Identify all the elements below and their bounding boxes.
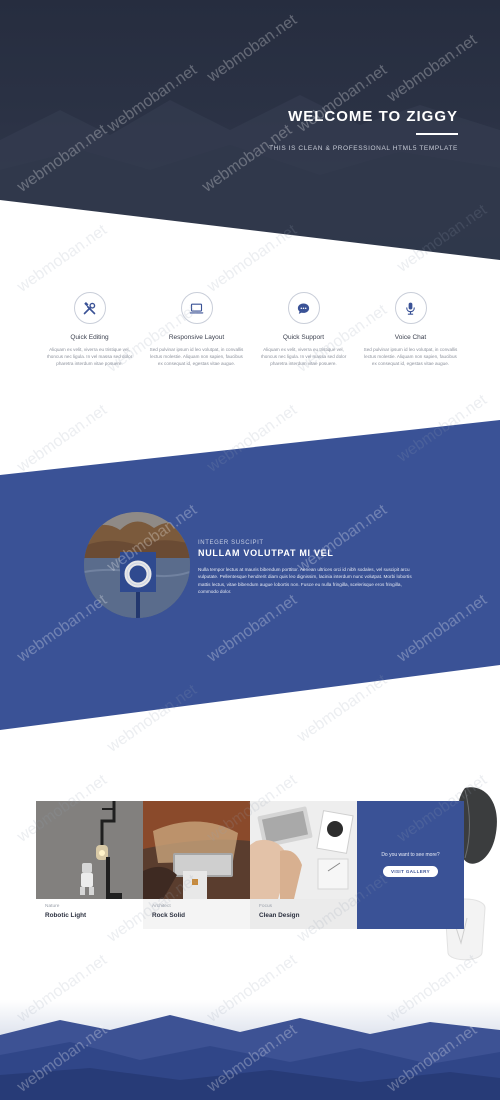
- feature-title: Responsive Layout: [168, 334, 225, 341]
- gallery-item-clean-design[interactable]: Focus Clean Design: [250, 801, 357, 929]
- feature-text: Sed pulvinar ipsum id leo volutpat, in c…: [363, 347, 458, 366]
- feature-voice-chat: Voice Chat Sed pulvinar ipsum id leo vol…: [357, 290, 464, 367]
- gallery-cta-text: Do you want to see more?: [381, 852, 440, 858]
- hero-diagonal-edge: [0, 200, 500, 260]
- gallery-image: [36, 801, 143, 899]
- gallery-item-robotic-light[interactable]: Nature Robotic Light: [36, 801, 143, 929]
- gallery-image: [250, 801, 357, 899]
- gallery-section: Nature Robotic Light Architect Rock Soli…: [36, 801, 464, 929]
- gallery-item-rock-solid[interactable]: Architect Rock Solid: [143, 801, 250, 929]
- gallery-title: Robotic Light: [45, 912, 87, 919]
- feature-title: Quick Support: [282, 334, 325, 341]
- hero-title: WELCOME TO ZIGGY: [288, 108, 458, 125]
- feature-title: Quick Editing: [70, 334, 109, 341]
- microphone-icon: [394, 292, 427, 324]
- hero-section: WELCOME TO ZIGGY THIS IS CLEAN & PROFESS…: [0, 0, 500, 260]
- gallery-caption: Nature Robotic Light: [36, 899, 143, 929]
- lifebuoy-photo-illustration: [84, 512, 190, 618]
- laptop-icon: [180, 292, 213, 324]
- feature-quick-support: Quick Support Aliquam ex velit, viverra …: [250, 290, 357, 367]
- feature-text: Sed pulvinar ipsum id leo volutpat, in c…: [149, 347, 244, 366]
- features-section: Quick Editing Aliquam ex velit, viverra …: [36, 290, 464, 390]
- about-overline: INTEGER SUSCIPIT: [198, 540, 264, 546]
- feature-text: Aliquam ex velit, viverra eu tristique v…: [46, 347, 133, 366]
- gallery-category: Nature: [45, 904, 60, 909]
- gallery-category: Architect: [152, 904, 171, 909]
- gallery-title: Rock Solid: [152, 912, 186, 919]
- footer-background-image: [0, 1000, 500, 1100]
- visit-gallery-button[interactable]: VISIT GALLERY: [382, 866, 439, 877]
- gallery-cta-panel: Do you want to see more? VISIT GALLERY: [357, 801, 464, 929]
- gallery-caption: Focus Clean Design: [250, 899, 357, 929]
- feature-title: Voice Chat: [394, 334, 427, 341]
- about-text: Nulla tempor lectus at mauris bibendum p…: [198, 567, 412, 595]
- hero-subtitle: THIS IS CLEAN & PROFESSIONAL HTML5 TEMPL…: [269, 145, 458, 152]
- feature-responsive-layout: Responsive Layout Sed pulvinar ipsum id …: [143, 290, 250, 367]
- tools-icon: [73, 292, 106, 324]
- about-text-block: INTEGER SUSCIPIT NULLAM VOLUTPAT MI VEL …: [198, 540, 423, 596]
- about-photo: [84, 512, 190, 618]
- gallery-category: Focus: [259, 904, 273, 909]
- feature-text: Aliquam ex velit, viverra eu tristique v…: [260, 347, 347, 366]
- gallery-title: Clean Design: [259, 912, 300, 919]
- hero-divider: [416, 133, 458, 135]
- gallery-caption: Architect Rock Solid: [143, 899, 250, 929]
- feature-quick-editing: Quick Editing Aliquam ex velit, viverra …: [36, 290, 143, 367]
- chat-icon: [287, 292, 320, 324]
- about-title: NULLAM VOLUTPAT MI VEL: [198, 548, 334, 558]
- gallery-image: [143, 801, 250, 899]
